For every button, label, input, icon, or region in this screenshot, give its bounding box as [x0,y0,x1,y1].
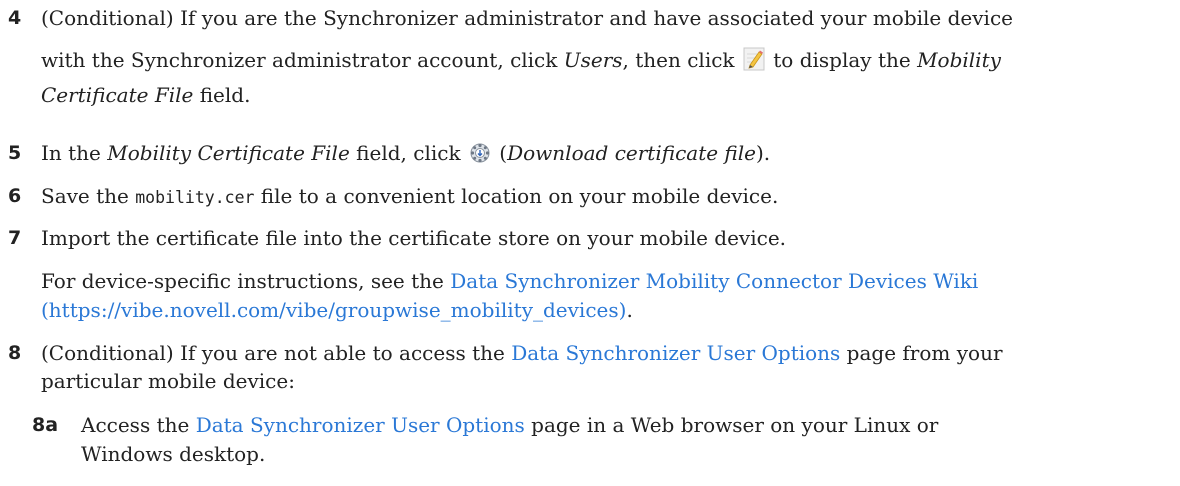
step-8a-line-2: Windows desktop. [81,442,266,466]
step-8-line-2: particular mobile device: [41,369,295,393]
step-7-note-line-2: (https://vibe.novell.com/vibe/groupwise_… [41,298,633,322]
certificate-file-label: Certificate File [41,83,194,107]
mobility-label: Mobility [917,48,1001,72]
step-7-note-line-1: For device-specific instructions, see th… [41,269,979,293]
step-number: 8 [8,342,22,364]
user-options-link[interactable]: Data Synchronizer User Options [196,413,525,437]
gear-download-icon[interactable] [469,142,491,169]
step-4-line-3: Certificate File field. [41,83,251,107]
step-number: 6 [8,185,22,207]
substep-number: 8a [32,414,59,436]
step-number: 4 [8,7,22,29]
pencil-edit-icon[interactable] [743,47,765,76]
users-label: Users [563,48,623,72]
step-4-line-2: with the Synchronizer administrator acco… [41,47,1001,76]
step-5-text: In the Mobility Certificate File field, … [41,141,770,169]
step-8-line-1: (Conditional) If you are not able to acc… [41,341,1003,365]
step-4-line-1: (Conditional) If you are the Synchronize… [41,6,1013,30]
devices-wiki-link[interactable]: Data Synchronizer Mobility Connector Dev… [450,269,978,293]
step-8a-line-1: Access the Data Synchronizer User Option… [81,413,939,437]
user-options-link[interactable]: Data Synchronizer User Options [511,341,840,365]
step-6-text: Save the mobility.cer file to a convenie… [41,184,779,208]
devices-wiki-url-link[interactable]: (https://vibe.novell.com/vibe/groupwise_… [41,298,626,322]
step-number: 7 [8,227,22,249]
step-7-text: Import the certificate file into the cer… [41,226,787,250]
step-number: 5 [8,142,22,164]
filename-code: mobility.cer [135,188,255,207]
